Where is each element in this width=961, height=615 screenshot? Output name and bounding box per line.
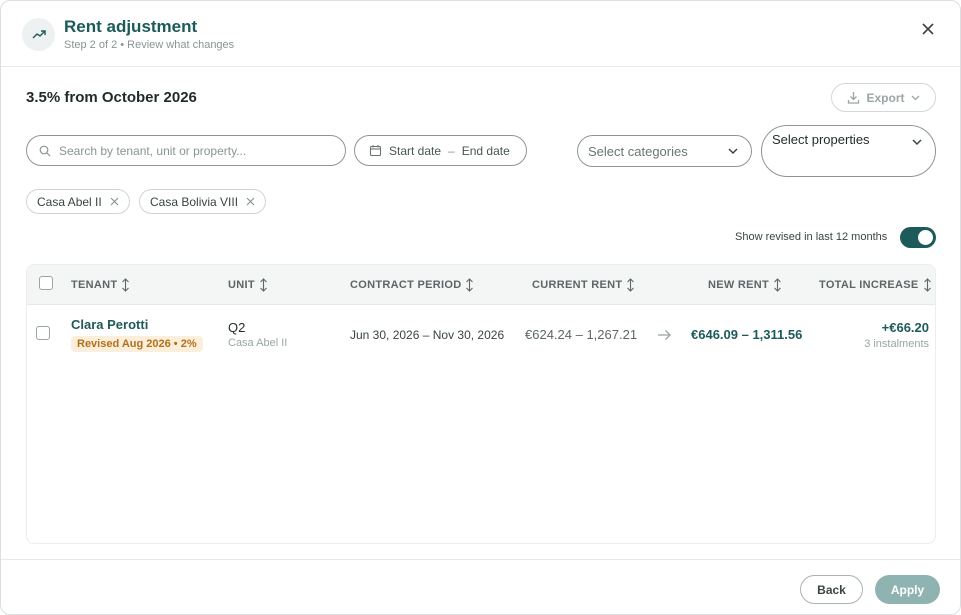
contract-period-cell: Jun 30, 2026 – Nov 30, 2026 xyxy=(350,328,505,342)
start-date-label: Start date xyxy=(389,143,442,158)
close-icon xyxy=(246,197,255,206)
properties-select[interactable]: Select properties xyxy=(761,125,936,177)
column-label: TOTAL INCREASE xyxy=(819,279,919,291)
toggle-knob xyxy=(918,230,933,245)
modal-header: Rent adjustment Step 2 of 2 • Review wha… xyxy=(1,1,960,67)
date-range-picker[interactable]: Start date – End date xyxy=(354,135,527,166)
sort-icon xyxy=(466,278,474,292)
unit-cell: Q2 Casa Abel II xyxy=(228,320,287,349)
column-label: CONTRACT PERIOD xyxy=(350,279,462,291)
unit-name: Q2 xyxy=(228,320,246,335)
column-header-unit[interactable]: UNIT xyxy=(228,278,268,292)
back-button[interactable]: Back xyxy=(800,575,863,604)
date-separator: – xyxy=(448,143,455,158)
property-chip: Casa Abel II xyxy=(26,189,130,214)
new-rent-cell: €646.09 – 1,311.56 xyxy=(691,327,803,342)
modal-title: Rent adjustment xyxy=(64,17,198,36)
total-increase-value: +€66.20 xyxy=(881,320,929,335)
rent-adjustment-modal: Rent adjustment Step 2 of 2 • Review wha… xyxy=(0,0,961,615)
sort-icon xyxy=(259,278,267,292)
tenant-cell: Clara Perotti Revised Aug 2026 • 2% xyxy=(71,317,203,352)
properties-placeholder: Select properties xyxy=(772,132,870,147)
modal-footer: Back Apply xyxy=(1,559,960,614)
calendar-icon xyxy=(369,145,382,157)
column-header-contract-period[interactable]: CONTRACT PERIOD xyxy=(350,278,474,292)
remove-chip-button[interactable] xyxy=(110,197,119,206)
column-header-current-rent[interactable]: CURRENT RENT xyxy=(532,278,635,292)
select-all-checkbox[interactable] xyxy=(39,276,53,290)
export-button[interactable]: Export xyxy=(831,83,936,112)
unit-property: Casa Abel II xyxy=(228,337,288,349)
download-icon xyxy=(848,92,860,104)
chevron-down-icon xyxy=(911,95,919,101)
column-label: CURRENT RENT xyxy=(532,279,623,291)
sort-icon xyxy=(122,278,130,292)
column-label: TENANT xyxy=(71,279,118,291)
end-date-label: End date xyxy=(461,143,510,158)
close-icon xyxy=(110,197,119,206)
table-row: Clara Perotti Revised Aug 2026 • 2% Q2 C… xyxy=(27,306,935,364)
sort-icon xyxy=(627,278,635,292)
revised-badge: Revised Aug 2026 • 2% xyxy=(71,336,203,352)
instalments-count: 3 instalments xyxy=(864,338,929,350)
property-chip: Casa Bolivia VIII xyxy=(139,189,267,214)
categories-placeholder: Select categories xyxy=(588,143,688,159)
table-header: TENANT UNIT CONTRACT PERIOD CURRENT RENT… xyxy=(27,265,935,305)
sort-icon xyxy=(774,278,781,292)
row-checkbox[interactable] xyxy=(36,326,50,340)
sort-icon xyxy=(923,278,931,292)
remove-chip-button[interactable] xyxy=(246,197,255,206)
search-field[interactable] xyxy=(26,135,346,166)
chip-label: Casa Abel II xyxy=(37,194,102,209)
rent-table: TENANT UNIT CONTRACT PERIOD CURRENT RENT… xyxy=(26,264,936,544)
apply-button[interactable]: Apply xyxy=(875,575,940,604)
close-button[interactable] xyxy=(918,19,938,39)
search-icon xyxy=(39,145,51,156)
trending-up-icon xyxy=(22,18,55,51)
total-increase-cell: +€66.20 3 instalments xyxy=(864,320,929,350)
column-header-total-increase[interactable]: TOTAL INCREASE xyxy=(819,278,932,292)
column-header-tenant[interactable]: TENANT xyxy=(71,278,130,292)
categories-select[interactable]: Select categories xyxy=(577,135,752,167)
chevron-down-icon xyxy=(728,148,738,155)
column-header-new-rent[interactable]: NEW RENT xyxy=(708,278,782,292)
chip-label: Casa Bolivia VIII xyxy=(150,194,239,209)
revised-toggle[interactable] xyxy=(900,227,936,248)
column-label: UNIT xyxy=(228,279,255,291)
adjustment-summary-title: 3.5% from October 2026 xyxy=(26,89,197,106)
column-label: NEW RENT xyxy=(708,279,770,291)
close-icon xyxy=(922,23,934,35)
search-input[interactable] xyxy=(59,143,319,158)
current-rent-cell: €624.24 – 1,267.21 xyxy=(525,327,638,342)
chevron-down-icon xyxy=(912,139,922,146)
revised-toggle-label: Show revised in last 12 months xyxy=(735,231,888,243)
export-label: Export xyxy=(866,90,905,105)
arrow-right-icon xyxy=(657,328,672,346)
modal-step-subtitle: Step 2 of 2 • Review what changes xyxy=(64,39,235,51)
tenant-name-link[interactable]: Clara Perotti xyxy=(71,317,203,332)
